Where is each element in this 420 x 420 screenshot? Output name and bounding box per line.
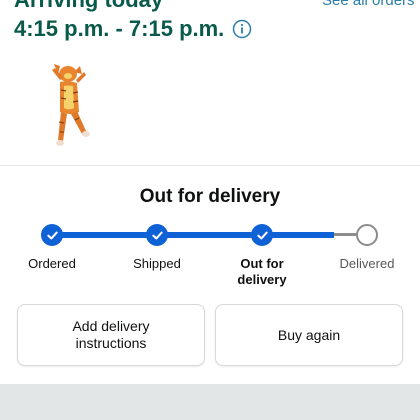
step-out-for-delivery-check-icon (251, 224, 273, 246)
arriving-title: Arriving today (14, 0, 163, 13)
step-ordered-check-icon (41, 224, 63, 246)
step-label-out-for-delivery: Out for delivery (237, 256, 287, 287)
section-separator-band (0, 384, 420, 420)
arrival-window: 4:15 p.m. - 7:15 p.m. (14, 16, 252, 42)
step-label-delivered: Delivered (339, 256, 395, 271)
buy-again-button[interactable]: Buy again (215, 304, 403, 366)
step-label-shipped: Shipped (133, 256, 181, 271)
progress-tracker (0, 220, 420, 250)
add-delivery-instructions-button[interactable]: Add delivery instructions (17, 304, 205, 366)
progress-bar-filled (52, 232, 334, 238)
arrival-time: 4:15 p.m. - 7:15 p.m. (14, 16, 225, 41)
info-icon[interactable] (232, 19, 252, 39)
delivery-status-heading: Out for delivery (139, 186, 281, 207)
step-delivered-pending-icon (356, 224, 378, 246)
see-all-orders-link[interactable]: See all orders (322, 0, 415, 9)
step-label-ordered: Ordered (28, 256, 76, 271)
step-shipped-check-icon (146, 224, 168, 246)
section-divider (0, 165, 420, 166)
product-image[interactable] (44, 60, 98, 152)
